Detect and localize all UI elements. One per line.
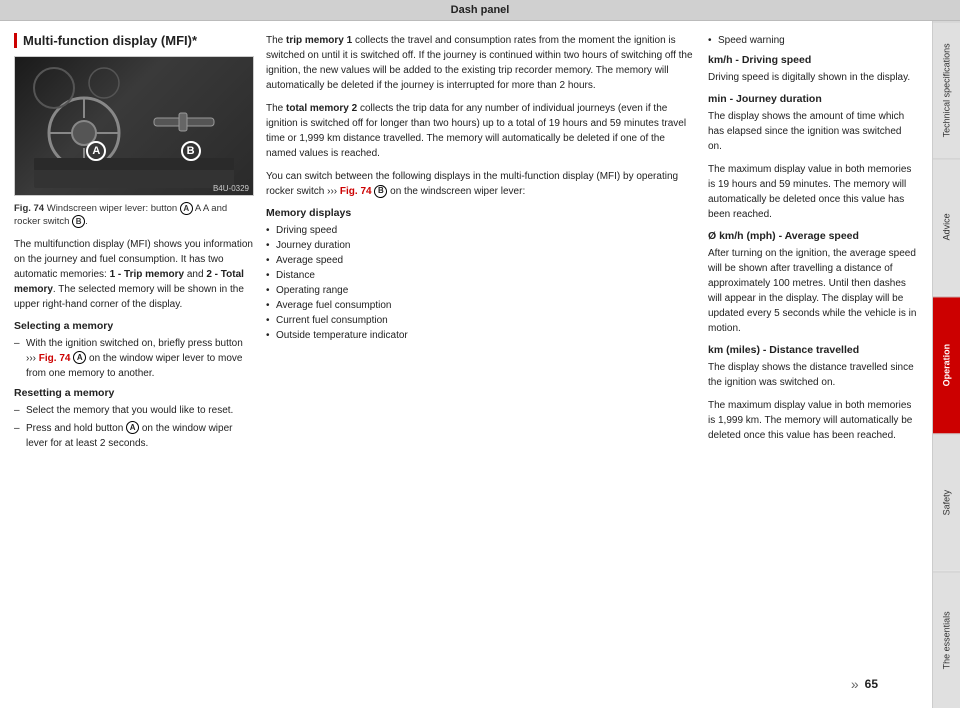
figure-caption-a: A <box>195 203 201 214</box>
figure-label-b: B <box>181 141 201 161</box>
memory-item-5: Average fuel consumption <box>266 298 696 313</box>
sidebar-tab-operation[interactable]: Operation <box>933 296 960 433</box>
page-number: 65 <box>865 677 878 691</box>
resetting-list: Select the memory that you would like to… <box>14 403 254 451</box>
min-body2: The maximum display value in both memori… <box>708 162 918 222</box>
memory-item-2: Average speed <box>266 253 696 268</box>
memory-displays-list: Driving speed Journey duration Average s… <box>266 223 696 343</box>
selecting-title: Selecting a memory <box>14 320 254 332</box>
circle-b-2: B <box>374 185 387 198</box>
km-title: km (miles) - Distance travelled <box>708 344 918 356</box>
speed-warning-list: Speed warning <box>708 33 918 48</box>
figure-number: Fig. 74 <box>14 203 44 214</box>
circle-b: B <box>72 215 85 228</box>
km-body2: The maximum display value in both memori… <box>708 398 918 443</box>
memory-item-4: Operating range <box>266 283 696 298</box>
car-illustration <box>24 58 244 194</box>
arrow-right-icon: » <box>851 676 859 692</box>
resetting-item-2: Press and hold button A on the window wi… <box>14 421 254 451</box>
figure-label-a: A <box>86 141 106 161</box>
page-footer: » 65 <box>14 672 918 696</box>
min-body: The display shows the amount of time whi… <box>708 109 918 154</box>
figure-caption-text: Windscreen wiper lever: button <box>47 203 177 214</box>
circle-a: A <box>180 202 193 215</box>
resetting-title: Resetting a memory <box>14 387 254 399</box>
middle-column: The trip memory 1 collects the travel an… <box>266 33 696 672</box>
figure-content: A B B4U-0329 <box>15 57 253 195</box>
total-memory-para: The total memory 2 collects the trip dat… <box>266 101 696 161</box>
selecting-item-1: With the ignition switched on, briefly p… <box>14 336 254 381</box>
figure-caption: Fig. 74 Windscreen wiper lever: button A… <box>14 202 254 229</box>
memory-item-1: Journey duration <box>266 238 696 253</box>
figure-code: B4U-0329 <box>213 184 249 193</box>
sidebar-tab-technical[interactable]: Technical specifications <box>933 21 960 158</box>
left-body-text: The multifunction display (MFI) shows yo… <box>14 237 254 312</box>
memory-item-0: Driving speed <box>266 223 696 238</box>
switch-para: You can switch between the following dis… <box>266 169 696 199</box>
min-title: min - Journey duration <box>708 93 918 105</box>
speed-warning-item: Speed warning <box>708 33 918 48</box>
right-sidebar: Technical specifications Advice Operatio… <box>932 21 960 708</box>
header-title: Dash panel <box>451 4 510 16</box>
memory-item-6: Current fuel consumption <box>266 313 696 328</box>
trip-memory-para: The trip memory 1 collects the travel an… <box>266 33 696 93</box>
page-header: Dash panel <box>0 0 960 21</box>
kmh-title: km/h - Driving speed <box>708 54 918 66</box>
selecting-list: With the ignition switched on, briefly p… <box>14 336 254 381</box>
memory-displays-title: Memory displays <box>266 207 696 219</box>
circle-a-2: A <box>73 351 86 364</box>
section-title: Multi-function display (MFI)* <box>14 33 254 48</box>
left-column: Multi-function display (MFI)* <box>14 33 254 672</box>
sidebar-tab-safety[interactable]: Safety <box>933 433 960 570</box>
right-column: Speed warning km/h - Driving speed Drivi… <box>708 33 918 672</box>
memory-item-7: Outside temperature indicator <box>266 328 696 343</box>
avg-title: Ø km/h (mph) - Average speed <box>708 230 918 242</box>
kmh-body: Driving speed is digitally shown in the … <box>708 70 918 85</box>
avg-body: After turning on the ignition, the avera… <box>708 246 918 336</box>
memory-item-3: Distance <box>266 268 696 283</box>
resetting-item-1: Select the memory that you would like to… <box>14 403 254 418</box>
km-body: The display shows the distance travelled… <box>708 360 918 390</box>
figure-image: A B B4U-0329 <box>14 56 254 196</box>
sidebar-tab-essentials[interactable]: The essentials <box>933 571 960 708</box>
circle-a-3: A <box>126 421 139 434</box>
sidebar-tab-advice[interactable]: Advice <box>933 158 960 295</box>
